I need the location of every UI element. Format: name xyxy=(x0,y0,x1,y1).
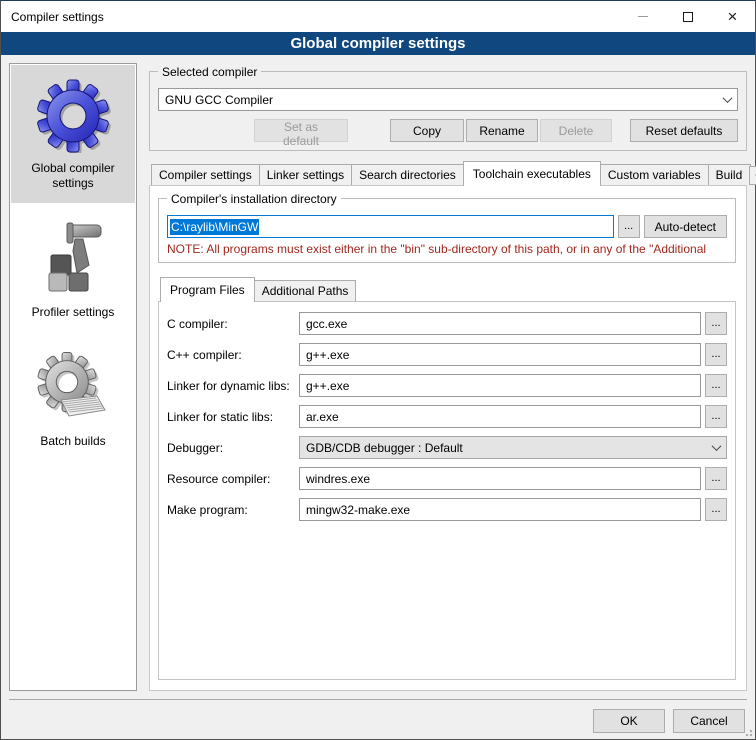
compiler-actions-row: Set as default Copy Rename Delete Reset … xyxy=(158,119,738,142)
auto-detect-button[interactable]: Auto-detect xyxy=(644,215,727,238)
chevron-down-icon xyxy=(723,93,733,103)
installation-directory-value: C:\raylib\MinGW xyxy=(170,219,259,235)
toolchain-field-row: Debugger: GDB/CDB debugger : Default xyxy=(167,436,727,459)
installation-directory-input[interactable]: C:\raylib\MinGW xyxy=(167,215,614,238)
field-label: Linker for static libs: xyxy=(167,410,299,424)
dialog-footer: OK Cancel xyxy=(9,699,747,733)
toolchain-field-row: Resource compiler: windres.exe ... xyxy=(167,467,727,490)
compiler-action-button[interactable]: Set as default xyxy=(254,119,348,142)
compiler-action-button[interactable]: Delete xyxy=(540,119,612,142)
selected-compiler-dropdown[interactable]: GNU GCC Compiler xyxy=(158,88,738,111)
field-label: C compiler: xyxy=(167,317,299,331)
bin-subdirectory-note: NOTE: All programs must exist either in … xyxy=(167,242,727,256)
window-title: Compiler settings xyxy=(1,10,620,24)
resize-grip[interactable] xyxy=(742,726,753,737)
toolchain-field-row: Linker for dynamic libs: g++.exe ... xyxy=(167,374,727,397)
group-legend: Compiler's installation directory xyxy=(167,192,341,206)
close-icon: × xyxy=(728,8,738,25)
field-label: Resource compiler: xyxy=(167,472,299,486)
field-input[interactable]: g++.exe xyxy=(299,343,701,366)
settings-sidebar: Global compiler settings xyxy=(9,63,137,691)
browse-button[interactable]: ... xyxy=(705,374,727,397)
page-title: Global compiler settings xyxy=(1,32,755,55)
sidebar-item-label: Profiler settings xyxy=(32,305,115,320)
browse-button[interactable]: ... xyxy=(705,467,727,490)
browse-button[interactable]: ... xyxy=(705,405,727,428)
toolchain-field-row: C++ compiler: g++.exe ... xyxy=(167,343,727,366)
maximize-button[interactable] xyxy=(665,1,710,32)
field-value: ar.exe xyxy=(306,410,694,424)
titlebar[interactable]: Compiler settings × xyxy=(1,1,755,32)
chevron-down-icon xyxy=(712,441,722,451)
field-value: g++.exe xyxy=(306,379,694,393)
field-label: C++ compiler: xyxy=(167,348,299,362)
sidebar-item-label: Batch builds xyxy=(40,434,105,449)
browse-button[interactable]: ... xyxy=(705,498,727,521)
sub-tab[interactable]: Additional Paths xyxy=(254,280,357,301)
main-tabstrip: Compiler settings Linker settings Search… xyxy=(149,161,747,185)
field-input[interactable]: windres.exe xyxy=(299,467,701,490)
sidebar-item-label: Global compiler settings xyxy=(15,161,131,191)
program-files-page: C compiler: gcc.exe ... xyxy=(158,301,736,680)
sidebar-item-batch-builds[interactable]: Batch builds xyxy=(11,338,135,461)
field-value: mingw32-make.exe xyxy=(306,503,694,517)
field-label: Linker for dynamic libs: xyxy=(167,379,299,393)
selected-compiler-group: Selected compiler GNU GCC Compiler Set a… xyxy=(149,71,747,151)
browse-button[interactable]: ... xyxy=(705,312,727,335)
minimize-button[interactable] xyxy=(620,1,665,32)
compiler-action-button[interactable]: Rename xyxy=(466,119,538,142)
main-tab[interactable]: Build options xyxy=(708,164,751,185)
toolchain-field-row: Linker for static libs: ar.exe ... xyxy=(167,405,727,428)
compiler-settings-dialog: Compiler settings × Global compiler sett… xyxy=(0,0,756,740)
toolchain-field-row: Make program: mingw32-make.exe ... xyxy=(167,498,727,521)
gray-gear-stack-icon xyxy=(33,348,113,428)
minimize-icon xyxy=(638,16,648,17)
field-value: g++.exe xyxy=(306,348,694,362)
field-input[interactable]: g++.exe xyxy=(299,374,701,397)
group-legend: Selected compiler xyxy=(158,65,261,79)
field-input[interactable]: mingw32-make.exe xyxy=(299,498,701,521)
main-tab[interactable]: Search directories xyxy=(351,164,464,185)
close-button[interactable]: × xyxy=(710,1,755,32)
caliper-blocks-icon xyxy=(33,219,113,299)
sidebar-item-profiler-settings[interactable]: Profiler settings xyxy=(11,209,135,332)
maximize-icon xyxy=(683,12,693,22)
browse-button[interactable]: ... xyxy=(705,343,727,366)
main-tab[interactable]: Custom variables xyxy=(600,164,709,185)
tab-scroll-left-button[interactable]: ◄ xyxy=(749,166,756,185)
field-input[interactable]: GDB/CDB debugger : Default xyxy=(299,436,727,459)
tab-scroll-arrows: ◄ ► xyxy=(750,166,756,185)
sidebar-item-global-compiler-settings[interactable]: Global compiler settings xyxy=(11,65,135,203)
field-input[interactable]: ar.exe xyxy=(299,405,701,428)
toolchain-executables-page: Compiler's installation directory C:\ray… xyxy=(149,185,747,691)
field-value: windres.exe xyxy=(306,472,694,486)
ok-button[interactable]: OK xyxy=(593,709,665,733)
compiler-action-button[interactable]: Reset defaults xyxy=(630,119,738,142)
sub-tab[interactable]: Program Files xyxy=(160,277,255,302)
toolchain-field-row: C compiler: gcc.exe ... xyxy=(167,312,727,335)
compiler-action-button[interactable]: Copy xyxy=(390,119,464,142)
field-input[interactable]: gcc.exe xyxy=(299,312,701,335)
browse-directory-button[interactable]: ... xyxy=(618,215,640,238)
main-tab[interactable]: Linker settings xyxy=(259,164,352,185)
installation-directory-group: Compiler's installation directory C:\ray… xyxy=(158,198,736,263)
blue-gear-icon xyxy=(33,75,113,155)
main-tab[interactable]: Toolchain executables xyxy=(463,161,601,186)
field-value: gcc.exe xyxy=(306,317,694,331)
field-label: Debugger: xyxy=(167,441,299,455)
selected-compiler-value: GNU GCC Compiler xyxy=(165,93,724,107)
field-value: GDB/CDB debugger : Default xyxy=(306,441,713,455)
program-files-tabstrip: Program Files Additional Paths xyxy=(158,277,736,301)
main-tab[interactable]: Compiler settings xyxy=(151,164,260,185)
field-label: Make program: xyxy=(167,503,299,517)
cancel-button[interactable]: Cancel xyxy=(673,709,745,733)
